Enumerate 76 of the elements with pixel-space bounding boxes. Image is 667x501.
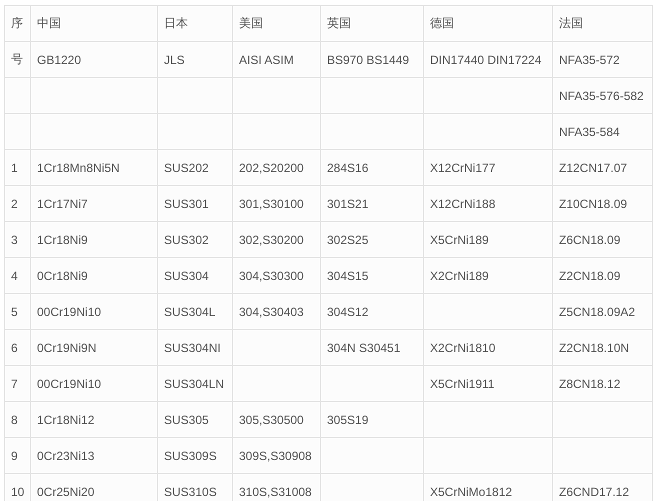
table-cell-text: X2CrNi189 — [430, 268, 489, 282]
table-cell-text: 301S21 — [327, 196, 368, 210]
table-cell-text: 法国 — [559, 16, 583, 30]
table-cell-text: 1 — [11, 160, 18, 174]
table-cell-text: 1Cr18Mn8Ni5N — [37, 160, 120, 174]
table-cell-text: 310S,S31008 — [239, 484, 312, 498]
table-cell-text: 304N S30451 — [327, 340, 400, 354]
table-cell-text: 284S16 — [327, 160, 368, 174]
table-cell-text: Z2CN18.09 — [559, 268, 620, 282]
table-cell-text: 序 — [11, 16, 23, 30]
table-cell-text: X5CrNi189 — [430, 232, 489, 246]
table-cell-text: DIN17440 DIN17224 — [430, 52, 542, 66]
table-cell-text: NFA35-576-582 — [559, 88, 644, 102]
table-cell-text: NFA35-584 — [559, 124, 620, 138]
table-cell-text: 304,S30403 — [239, 304, 304, 318]
table-cell-text: SUS301 — [164, 196, 209, 210]
table-cell-text: 7 — [11, 376, 18, 390]
table-cell-text: SUS309S — [164, 448, 217, 462]
table-cell-text: SUS304 — [164, 268, 209, 282]
table-cell-text: SUS202 — [164, 160, 209, 174]
table-cell-text: Z10CN18.09 — [559, 196, 628, 210]
table-cell-text: 号 — [11, 52, 23, 66]
table-cell-text: SUS310S — [164, 484, 217, 498]
table-cell-text: X12CrNi188 — [430, 196, 496, 210]
table-cell-text: 美国 — [239, 16, 263, 30]
table-cell-text: 0Cr19Ni9N — [37, 340, 96, 354]
table-cell-text: X5CrNi1911 — [430, 376, 494, 390]
table-cell-text: Z6CN18.09 — [559, 232, 620, 246]
table-cell-text: SUS304LN — [164, 376, 224, 390]
table-cell-text: 202,S20200 — [239, 160, 304, 174]
table-cell-text: 0Cr18Ni9 — [37, 268, 88, 282]
table-cell-text: 中国 — [37, 16, 61, 30]
table-cell-text: 1Cr17Ni7 — [37, 196, 88, 210]
table-cell-text: X5CrNiMo1812 — [430, 484, 512, 498]
table-cell-text: SUS305 — [164, 412, 209, 426]
table-cell-text: 304S12 — [327, 304, 368, 318]
table-cell-text: 1Cr18Ni12 — [37, 412, 94, 426]
table-cell-text: SUS304L — [164, 304, 216, 318]
table-cell-text: 305S19 — [327, 412, 368, 426]
table-cell-text: 0Cr25Ni20 — [37, 484, 94, 498]
table-cell-text: 309S,S30908 — [239, 448, 312, 462]
table-cell-text: 1Cr18Ni9 — [37, 232, 88, 246]
table-cell-text: 德国 — [430, 16, 454, 30]
table-cell-text: 9 — [11, 448, 18, 462]
table-cell-text: BS970 BS1449 — [327, 52, 410, 66]
table-cell-text: AISI ASIM — [239, 52, 294, 66]
table-cell-text: 英国 — [327, 16, 351, 30]
table-cell-text: X2CrNi1810 — [430, 340, 496, 354]
table-cell-text: 00Cr19Ni10 — [37, 376, 102, 390]
table-cell-text: 305,S30500 — [239, 412, 304, 426]
table-cell-text: Z12CN17.07 — [559, 160, 628, 174]
table-cell-text: 8 — [11, 412, 18, 426]
table-cell-text: 日本 — [164, 16, 188, 30]
table-cell-text: 301,S30100 — [239, 196, 304, 210]
table-cell-text: 304,S30300 — [239, 268, 304, 282]
table-cell-text: JLS — [164, 52, 185, 66]
table-cell-text: 00Cr19Ni10 — [37, 304, 102, 318]
table-cell-text: Z6CND17.12 — [559, 484, 630, 498]
table-cell-text: GB1220 — [37, 52, 82, 66]
table-cell-text: Z5CN18.09A2 — [559, 304, 636, 318]
table-cell-text: 302,S30200 — [239, 232, 304, 246]
table-cell-text: Z8CN18.12 — [559, 376, 620, 390]
table-cell-text: 302S25 — [327, 232, 368, 246]
table-cell-text: X12CrNi177 — [430, 160, 496, 174]
table-cell-text: 6 — [11, 340, 18, 354]
table-cell-text: 3 — [11, 232, 18, 246]
table-cell-text: 0Cr23Ni13 — [37, 448, 94, 462]
table-cell-text: 2 — [11, 196, 18, 210]
table-cell-text: 5 — [11, 304, 18, 318]
table-cell-text: NFA35-572 — [559, 52, 620, 66]
table-cell-text: 4 — [11, 268, 18, 282]
table-cell-text: SUS302 — [164, 232, 209, 246]
table-cell-text: Z2CN18.10N — [559, 340, 630, 354]
table-cell-text: 304S15 — [327, 268, 368, 282]
table-cell-text: 10 — [11, 484, 24, 498]
table-cell-text: SUS304NI — [164, 340, 221, 354]
